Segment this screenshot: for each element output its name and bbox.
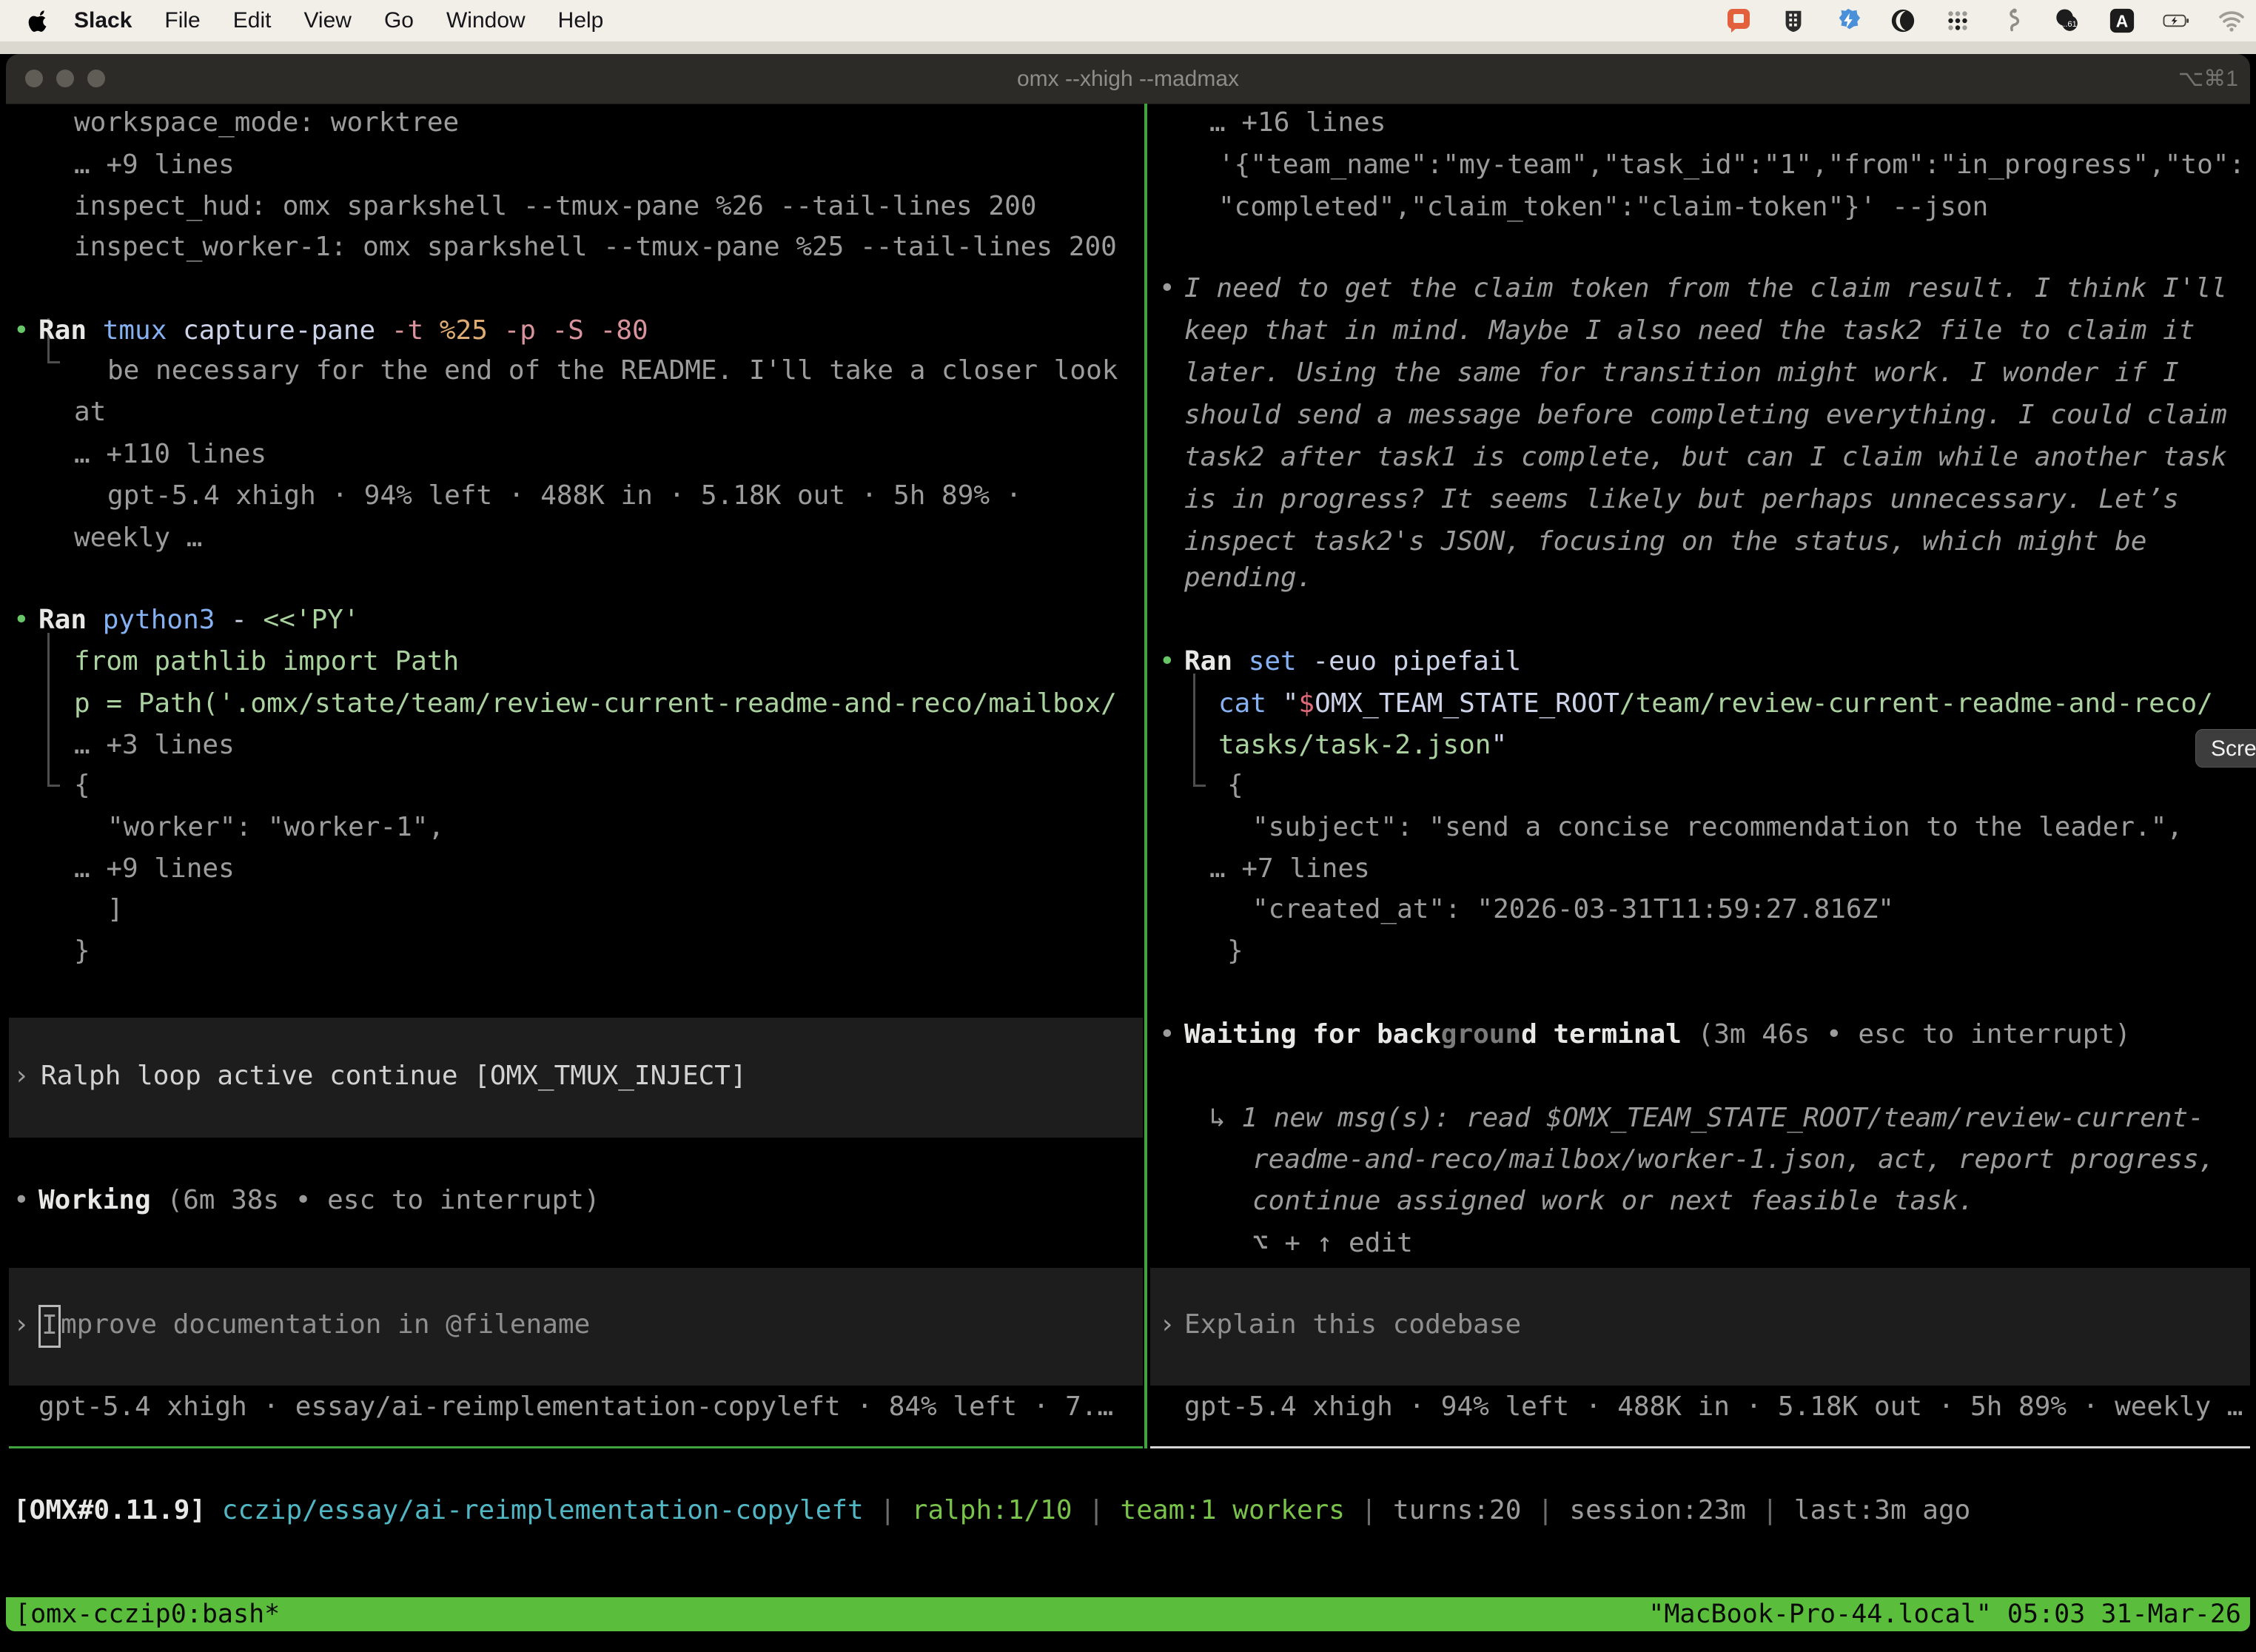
text-cursor[interactable]: I (38, 1305, 61, 1348)
terminal-line: Waiting for background terminal (3m 46s … (1184, 1013, 2131, 1055)
terminal-line: Ran set -euo pipefail (1184, 640, 1521, 682)
terminal-line: weekly … (74, 517, 202, 559)
left-pane-active-border (9, 1446, 1143, 1448)
terminal-line: "worker": "worker-1", (107, 806, 444, 848)
tmux-host-clock: "MacBook-Pro-44.local" 05:03 31-Mar-26 (1648, 1599, 2241, 1629)
terminal-line: } (74, 930, 90, 972)
terminal-line: › (13, 1055, 30, 1097)
terminal-line: "completed","claim_token":"claim-token"}… (1218, 186, 1988, 228)
terminal-line: gpt-5.4 xhigh · 94% left · 488K in · 5.1… (1184, 1386, 2243, 1428)
terminal-line: ↳ 1 new msg(s): read $OMX_TEAM_STATE_ROO… (1209, 1097, 2204, 1139)
terminal-line: { (1227, 764, 1243, 806)
terminal-line: gpt-5.4 xhigh · essay/ai-reimplementatio… (38, 1386, 1113, 1428)
terminal-content: workspace_mode: worktree… +9 linesinspec… (0, 0, 2256, 1652)
tmux-session-label: [omx-cczip0:bash* (15, 1599, 280, 1629)
terminal-line: pending. (1184, 557, 1312, 599)
terminal-line: continue assigned work or next feasible … (1252, 1180, 1974, 1222)
terminal-line: Explain this codebase (1184, 1303, 1521, 1346)
terminal-line: … +9 lines (74, 144, 235, 186)
terminal-line: task2 after task1 is complete, but can I… (1184, 436, 2227, 478)
terminal-line: readme-and-reco/mailbox/worker-1.json, a… (1252, 1138, 2215, 1181)
terminal-line: • (13, 309, 30, 352)
screen: { "menu_bar": { "app_name": "Slack", "me… (0, 0, 2256, 1652)
terminal-line: "subject": "send a concise recommendatio… (1252, 806, 2183, 848)
terminal-line: "created_at": "2026-03-31T11:59:27.816Z" (1252, 888, 1894, 930)
terminal-line: • (1159, 640, 1175, 682)
output-connector (1193, 674, 1206, 787)
terminal-line: later. Using the same for transition mig… (1184, 352, 2179, 394)
terminal-line: be necessary for the end of the README. … (107, 349, 1118, 392)
terminal-line: … +110 lines (74, 433, 266, 475)
terminal-line: … +16 lines (1209, 101, 1386, 144)
terminal-line: keep that in mind. Maybe I also need the… (1184, 309, 2195, 352)
terminal-line: mprove documentation in @filename (61, 1303, 590, 1346)
terminal-line: tasks/task-2.json" (1218, 724, 1507, 766)
terminal-line: ⌥ + ↑ edit (1252, 1222, 1413, 1264)
terminal-line: … +9 lines (74, 847, 235, 890)
terminal-line: at (74, 391, 106, 433)
terminal-line: Ran python3 - <<'PY' (38, 599, 360, 641)
terminal-line: • (1159, 267, 1175, 309)
terminal-line: '{"team_name":"my-team","task_id":"1","f… (1218, 144, 2245, 186)
terminal-line: › (1159, 1303, 1175, 1346)
terminal-line: • (1159, 1013, 1175, 1055)
terminal-line: p = Path('.omx/state/team/review-current… (74, 682, 1117, 725)
terminal-line: … +3 lines (74, 724, 235, 766)
terminal-line: inspect_hud: omx sparkshell --tmux-pane … (74, 185, 1036, 227)
terminal-line: › (13, 1303, 30, 1346)
terminal-line: should send a message before completing … (1184, 394, 2227, 436)
terminal-line: is in progress? It seems likely but perh… (1184, 478, 2179, 520)
terminal-line: } (1227, 930, 1243, 972)
output-connector (47, 633, 60, 787)
terminal-line: cat "$OMX_TEAM_STATE_ROOT/team/review-cu… (1218, 682, 2213, 725)
tmux-status-bar: [omx-cczip0:bash* "MacBook-Pro-44.local"… (6, 1597, 2250, 1631)
right-pane-inactive-border (1150, 1446, 2250, 1448)
terminal-line: inspect task2's JSON, focusing on the st… (1184, 520, 2146, 563)
terminal-line: Ralph loop active continue [OMX_TMUX_INJ… (41, 1055, 747, 1097)
terminal-line: Working (6m 38s • esc to interrupt) (38, 1179, 600, 1221)
terminal-line: [OMX#0.11.9] cczip/essay/ai-reimplementa… (13, 1489, 1970, 1531)
pane-divider[interactable] (1144, 104, 1147, 1448)
terminal-line: Ran tmux capture-pane -t %25 -p -S -80 (38, 309, 648, 352)
terminal-line: from pathlib import Path (74, 640, 459, 682)
terminal-line: workspace_mode: worktree (74, 101, 459, 144)
terminal-line: gpt-5.4 xhigh · 94% left · 488K in · 5.1… (107, 474, 1021, 517)
terminal-line: ] (107, 888, 124, 930)
terminal-line: … +7 lines (1209, 847, 1370, 890)
terminal-line: I need to get the claim token from the c… (1184, 267, 2227, 309)
terminal-line: { (74, 764, 90, 806)
terminal-line: • (13, 599, 30, 641)
terminal-line: inspect_worker-1: omx sparkshell --tmux-… (74, 226, 1117, 268)
screen-tooltip: Scre (2195, 729, 2256, 768)
terminal-line: • (13, 1179, 30, 1221)
